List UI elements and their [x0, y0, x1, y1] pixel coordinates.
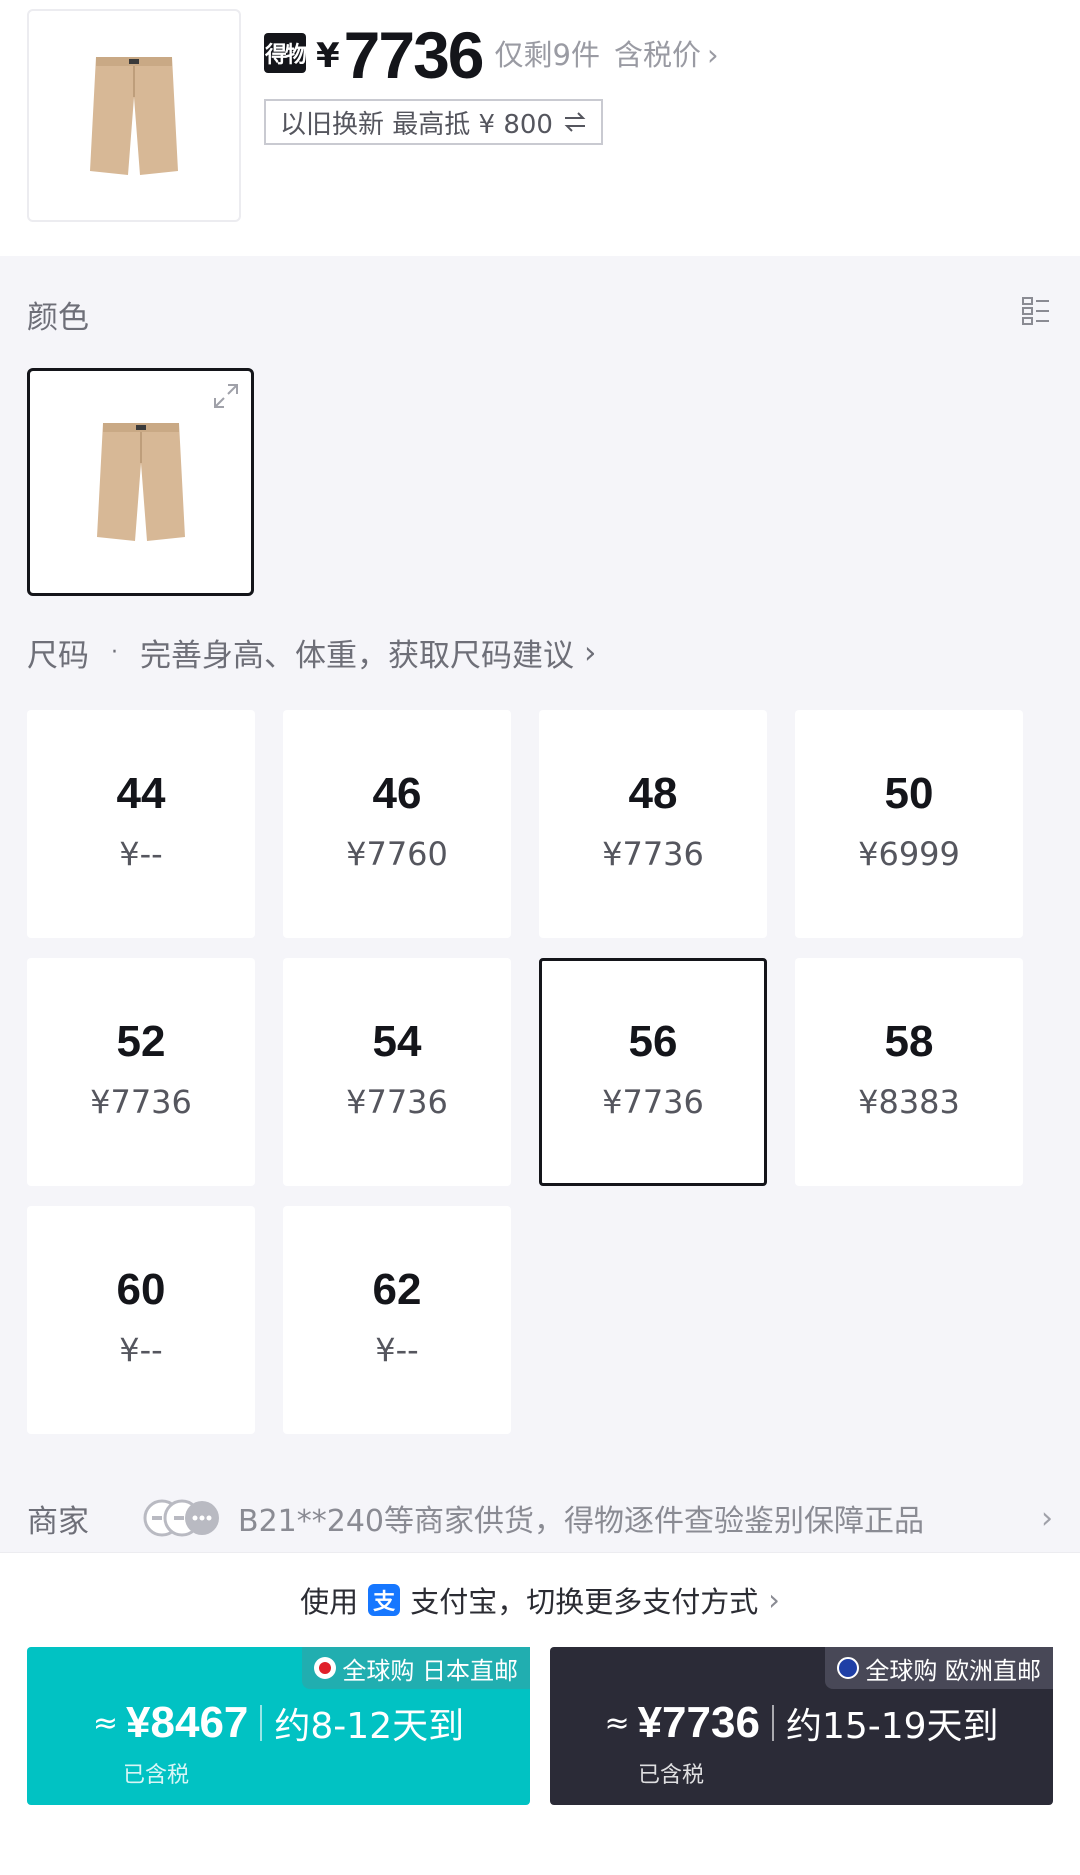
buy-button-europe[interactable]: 全球购 欧洲直邮 ≈ ¥7736 约15-19天到 已含税	[550, 1647, 1053, 1805]
eu-flag-icon	[837, 1657, 860, 1679]
alipay-icon: 支	[368, 1584, 401, 1616]
merchant-label: 商家	[27, 1503, 89, 1540]
tax-price-link[interactable]: 含税价 ›	[614, 32, 719, 74]
merchant-row[interactable]: 商家 B21**240等商家供货，得物逐件查验鉴别保障正品 ›	[27, 1490, 1053, 1546]
trade-in-text: 以旧换新 最高抵 ¥ 800	[280, 109, 553, 140]
size-price: ¥7736	[602, 1083, 704, 1121]
brand-logo: 得物	[264, 33, 307, 73]
price-row: 得物 ¥ 7736 仅剩9件 含税价 ›	[264, 18, 719, 88]
buy-main: ≈ ¥7736 约15-19天到	[550, 1697, 1053, 1749]
tax-included-note: 已含税	[123, 1763, 190, 1788]
size-price: ¥7736	[346, 1083, 448, 1121]
japan-flag-icon	[314, 1657, 337, 1679]
size-hint-row[interactable]: 尺码 · 完善身高、体重，获取尺码建议 ›	[27, 630, 596, 675]
size-option-46[interactable]: 46 ¥7760	[283, 710, 511, 938]
trade-in-button[interactable]: 以旧换新 最高抵 ¥ 800	[264, 99, 603, 145]
size-advice-link: 完善身高、体重，获取尺码建议	[140, 638, 574, 674]
size-option-56[interactable]: 56 ¥7736	[539, 958, 767, 1186]
delivery-eta: 约8-12天到	[274, 1706, 465, 1747]
size-option-54[interactable]: 54 ¥7736	[283, 958, 511, 1186]
product-thumbnail[interactable]	[27, 9, 241, 222]
size-number: 62	[372, 1265, 422, 1314]
shipping-tag-text: 全球购 日本直邮	[342, 1656, 518, 1685]
size-price: ¥--	[375, 1331, 419, 1369]
approx-symbol: ≈	[604, 1705, 630, 1741]
size-number: 56	[628, 1017, 678, 1066]
size-price: ¥6999	[858, 835, 960, 873]
delivery-eta: 约15-19天到	[785, 1706, 999, 1747]
size-option-44[interactable]: 44 ¥--	[27, 710, 255, 938]
divider	[771, 1705, 774, 1741]
buy-price: ¥7736	[637, 1698, 760, 1747]
product-header: 得物 ¥ 7736 仅剩9件 含税价 › 以旧换新 最高抵 ¥ 800	[0, 0, 1080, 256]
chevron-right-icon: ›	[768, 1583, 780, 1617]
buy-main: ≈ ¥8467 约8-12天到	[27, 1697, 530, 1749]
list-view-icon[interactable]	[1022, 296, 1050, 326]
merchant-avatars-icon	[143, 1499, 219, 1537]
size-price: ¥7736	[602, 835, 704, 873]
size-number: 58	[884, 1017, 934, 1066]
tax-included-note: 已含税	[638, 1763, 705, 1788]
size-option-60[interactable]: 60 ¥--	[27, 1206, 255, 1434]
chevron-right-icon: ›	[706, 38, 719, 72]
chevron-right-icon: ›	[1041, 1500, 1053, 1536]
size-number: 50	[884, 769, 934, 818]
size-number: 54	[372, 1017, 422, 1066]
stock-text: 仅剩9件	[494, 38, 600, 72]
buy-price: ¥8467	[126, 1698, 249, 1747]
expand-icon[interactable]	[211, 381, 241, 411]
size-grid: 44 ¥-- 46 ¥7760 48 ¥7736 50 ¥6999 52 ¥7736 54 ¥7736…	[27, 710, 1023, 1434]
buy-button-japan[interactable]: 全球购 日本直邮 ≈ ¥8467 约8-12天到 已含税	[27, 1647, 530, 1805]
size-price: ¥8383	[858, 1083, 960, 1121]
size-price: ¥--	[119, 1331, 163, 1369]
size-price: ¥7760	[346, 835, 448, 873]
currency-symbol: ¥	[316, 36, 340, 76]
chevron-right-icon: ›	[584, 634, 597, 671]
color-option-khaki[interactable]	[27, 368, 254, 596]
size-option-50[interactable]: 50 ¥6999	[795, 710, 1023, 938]
size-number: 48	[628, 769, 678, 818]
size-number: 60	[116, 1265, 166, 1314]
size-number: 52	[116, 1017, 166, 1066]
shipping-tag-text: 全球购 欧洲直邮	[865, 1656, 1041, 1685]
tax-text: 含税价	[613, 38, 701, 72]
size-option-58[interactable]: 58 ¥8383	[795, 958, 1023, 1186]
payment-method-text: 支付宝，切换更多支付方式	[410, 1585, 759, 1619]
shipping-tag: 全球购 日本直邮	[302, 1647, 530, 1689]
size-option-48[interactable]: 48 ¥7736	[539, 710, 767, 938]
size-option-62[interactable]: 62 ¥--	[283, 1206, 511, 1434]
size-number: 46	[372, 769, 422, 818]
bottom-purchase-bar: 使用 支 支付宝，切换更多支付方式 › 全球购 日本直邮 ≈ ¥8467 约8-…	[0, 1552, 1080, 1875]
size-price: ¥--	[119, 835, 163, 873]
size-price: ¥7736	[90, 1083, 192, 1121]
payment-prefix: 使用	[300, 1585, 359, 1619]
shorts-image	[96, 423, 185, 541]
swap-icon	[564, 112, 586, 132]
approx-symbol: ≈	[92, 1705, 119, 1741]
payment-method-row[interactable]: 使用 支 支付宝，切换更多支付方式 ›	[0, 1579, 1080, 1621]
product-price: 7736	[343, 18, 485, 92]
separator-dot: ·	[111, 640, 118, 665]
shipping-tag: 全球购 欧洲直邮	[825, 1647, 1053, 1689]
color-label: 颜色	[27, 300, 89, 336]
size-option-52[interactable]: 52 ¥7736	[27, 958, 255, 1186]
shorts-image	[90, 56, 178, 175]
divider	[260, 1705, 263, 1741]
size-number: 44	[116, 769, 166, 818]
merchant-text: B21**240等商家供货，得物逐件查验鉴别保障正品	[238, 1504, 925, 1539]
size-label: 尺码	[27, 638, 89, 674]
